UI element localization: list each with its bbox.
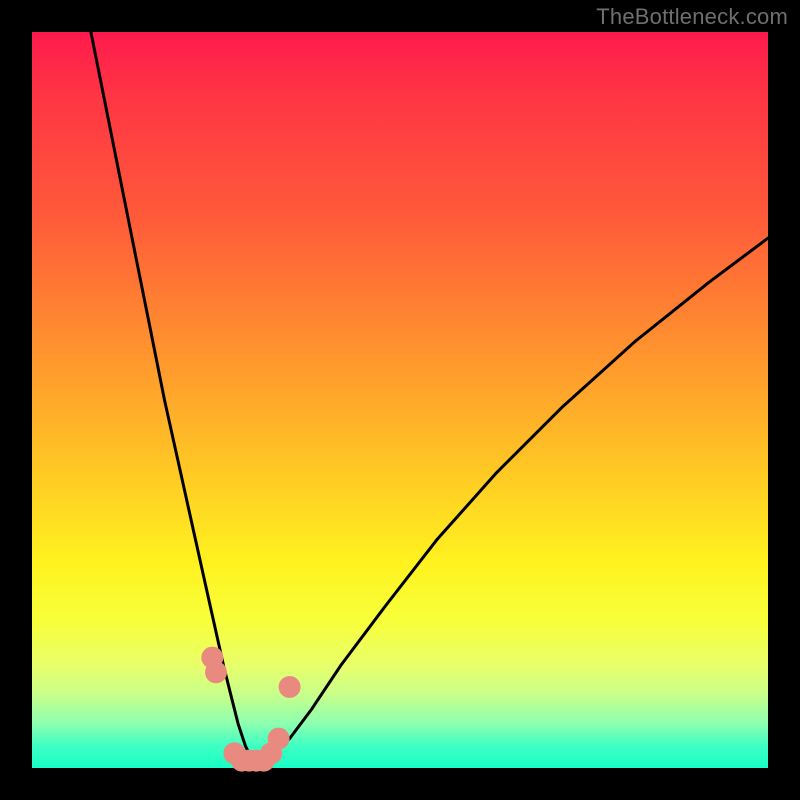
plot-area [32, 32, 768, 768]
bottleneck-curve [91, 32, 768, 761]
chart-frame: TheBottleneck.com [0, 0, 800, 800]
highlight-points [201, 647, 300, 772]
highlight-point [205, 661, 227, 683]
highlight-point [268, 728, 290, 750]
chart-svg [32, 32, 768, 768]
bottleneck-curve-path [91, 32, 768, 761]
highlight-point [279, 676, 301, 698]
watermark-text: TheBottleneck.com [596, 4, 788, 30]
